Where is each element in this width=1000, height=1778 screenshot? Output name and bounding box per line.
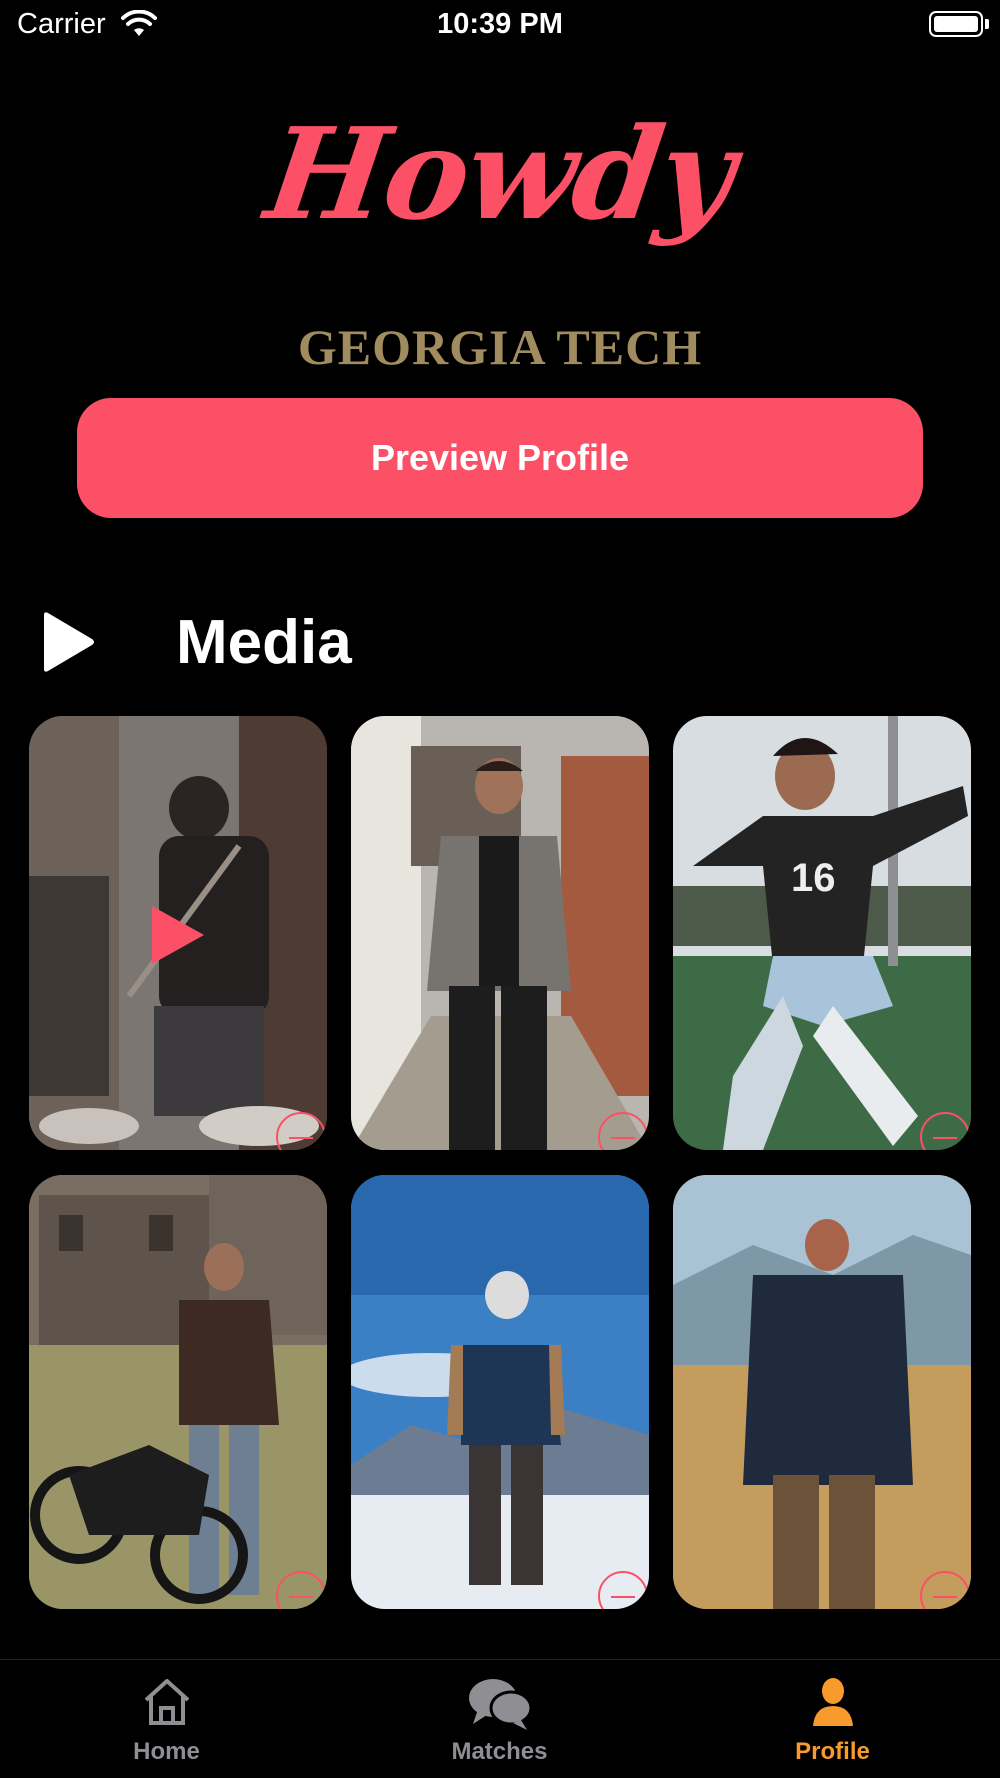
status-bar: Carrier 10:39 PM <box>0 0 1000 50</box>
person-icon <box>812 1678 853 1726</box>
media-tile-photo[interactable] <box>673 1175 971 1609</box>
media-photo <box>351 1175 649 1609</box>
video-play-icon[interactable] <box>150 904 206 966</box>
media-tile-photo[interactable] <box>29 1175 327 1609</box>
media-photo <box>673 1175 971 1609</box>
media-photo <box>351 716 649 1150</box>
play-icon <box>44 612 94 672</box>
media-tile-photo[interactable]: 16 <box>673 716 971 1150</box>
battery-icon <box>929 11 983 37</box>
media-title: Media <box>176 607 352 677</box>
app-logo: Howdy <box>258 100 742 248</box>
chat-bubbles-icon <box>468 1679 532 1730</box>
tab-matches[interactable]: Matches <box>333 1660 666 1778</box>
media-tile-photo[interactable] <box>351 716 649 1150</box>
tab-profile-label: Profile <box>795 1738 870 1765</box>
home-icon <box>144 1679 189 1725</box>
tab-home-label: Home <box>133 1738 200 1765</box>
tab-matches-label: Matches <box>451 1738 548 1765</box>
media-photo: 16 <box>673 716 971 1150</box>
svg-text:16: 16 <box>791 856 836 900</box>
preview-profile-button[interactable]: Preview Profile <box>77 398 923 518</box>
media-photo <box>29 1175 327 1609</box>
battery-cap <box>985 19 989 29</box>
tab-profile[interactable]: Profile <box>666 1660 999 1778</box>
clock: 10:39 PM <box>437 8 563 40</box>
school-name: GEORGIA TECH <box>297 319 703 375</box>
tab-bar: Home Matches Profile <box>0 1659 1000 1778</box>
media-tile-photo[interactable] <box>351 1175 649 1609</box>
media-section-header: Media <box>40 604 352 680</box>
tab-home[interactable]: Home <box>0 1660 333 1778</box>
